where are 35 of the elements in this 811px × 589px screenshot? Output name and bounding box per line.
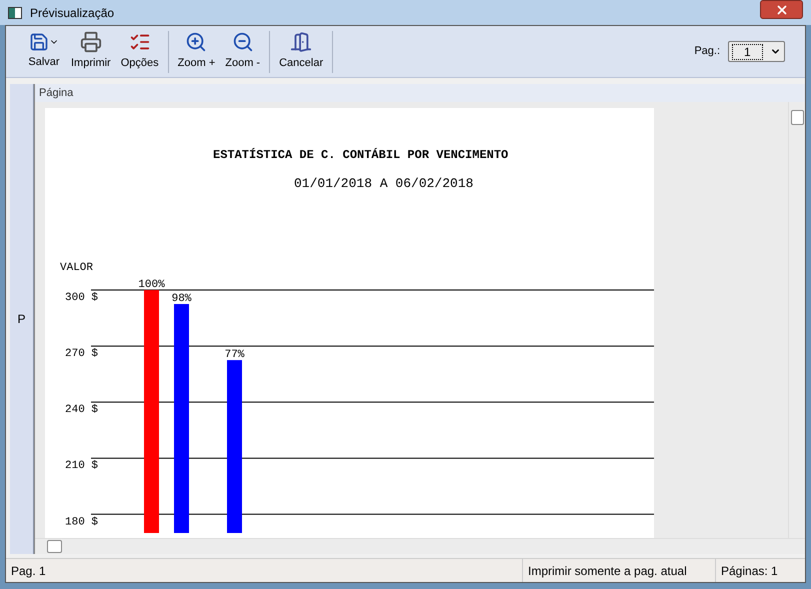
axis-title: VALOR	[60, 262, 94, 274]
status-pages: Páginas: 1	[715, 559, 805, 582]
toolbar-button[interactable]: Salvar	[22, 30, 66, 72]
vertical-scrollbar[interactable]	[788, 102, 805, 538]
toolbar-button[interactable]: Cancelar	[274, 30, 328, 72]
tick-label: 180 $	[65, 516, 98, 528]
printer-icon	[80, 31, 102, 54]
tick-label: 210 $	[65, 460, 98, 472]
percent-label: 98%	[172, 292, 192, 305]
percent-label: 100%	[138, 278, 165, 290]
status-print-mode: Imprimir somente a pag. atual	[522, 559, 715, 582]
tick-label: 270 $	[65, 348, 98, 360]
horizontal-scrollbar[interactable]	[35, 538, 805, 554]
tick-label: 300 $	[65, 292, 98, 304]
panel-title: Página	[35, 84, 805, 102]
zoom-out-icon	[232, 31, 254, 54]
status-page: Pag. 1	[10, 562, 47, 580]
toolbar-button[interactable]: Zoom +	[172, 30, 220, 72]
close-icon	[774, 2, 788, 16]
page-label: Pag.:	[694, 44, 720, 60]
toolbar-button[interactable]: Zoom -	[220, 30, 266, 72]
side-panel-tab[interactable]: P	[17, 310, 26, 328]
toolbar-button[interactable]: Opções	[116, 30, 164, 72]
report-title: ESTATÍSTICA DE C. CONTÁBIL POR VENCIMENTO	[213, 147, 510, 164]
save-icon	[29, 32, 59, 52]
report-subtitle: 01/01/2018 A 06/02/2018	[294, 175, 474, 193]
door-icon	[290, 31, 312, 54]
toolbar-button[interactable]: Imprimir	[66, 30, 116, 72]
zoom-in-icon	[185, 31, 208, 54]
window-icon	[8, 6, 22, 18]
percent-label: 77%	[224, 348, 244, 361]
window-title: Prévisualização	[30, 4, 114, 22]
close-button[interactable]	[760, 0, 803, 19]
page-dropdown[interactable]: 1	[728, 41, 785, 62]
tick-label: 240 $	[65, 404, 98, 416]
